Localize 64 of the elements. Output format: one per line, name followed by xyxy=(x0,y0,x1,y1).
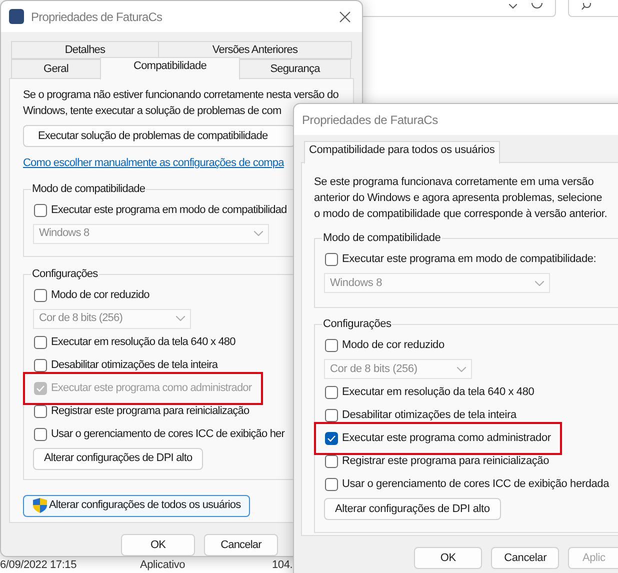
button[interactable]: OK xyxy=(414,547,482,569)
checkbox[interactable] xyxy=(34,336,47,348)
file-cell-text: 6/09/2022 17:15 xyxy=(0,559,78,572)
checkbox-label: Executar em resolução da tela 640 x 480 xyxy=(51,334,236,350)
group-label: Modo de compatibilidade xyxy=(31,182,146,196)
checkbox[interactable] xyxy=(34,404,47,418)
button[interactable]: Executar solução de problemas de compatibilidade xyxy=(23,125,295,147)
checkbox[interactable] xyxy=(34,358,47,372)
file-cell-text: 104. xyxy=(272,559,294,572)
checkbox[interactable] xyxy=(325,432,338,445)
checkbox-label: Executar este programa em modo de compatibilidad xyxy=(51,202,287,218)
file-cell-text: Aplicativo xyxy=(140,559,186,572)
button[interactable]: Cancelar xyxy=(491,547,560,569)
checkmark-icon xyxy=(327,435,336,442)
checkbox-label: Desabilitar otimizações de tela inteira xyxy=(342,408,516,424)
checkbox-label: Executar em resolução da tela 640 x 480 xyxy=(342,385,534,400)
tab[interactable]: Compatibilidade para todos os usuários xyxy=(304,141,500,164)
checkmark-icon xyxy=(36,384,45,392)
group-label: Configurações xyxy=(322,317,392,331)
group-label: Modo de compatibilidade xyxy=(322,231,442,245)
shield-icon xyxy=(33,498,47,513)
checkbox[interactable] xyxy=(34,428,47,440)
chevron-down-icon xyxy=(457,366,466,372)
checkbox-label: Registrar este programa para reinicialização xyxy=(342,454,550,470)
checkbox-label: Usar o gerenciamento de cores ICC de exibição her xyxy=(51,426,285,442)
tab[interactable]: Versões Anteriores xyxy=(158,41,352,59)
tab[interactable]: Segurança xyxy=(239,59,351,79)
checkbox[interactable] xyxy=(34,204,47,216)
chevron-down-icon[interactable] xyxy=(509,4,517,9)
search-icon xyxy=(581,2,591,10)
checkbox[interactable] xyxy=(325,409,338,422)
app-icon xyxy=(9,9,24,24)
chevron-down-icon xyxy=(176,316,185,321)
group-label: Configurações xyxy=(31,266,99,280)
tab[interactable]: Detalhes xyxy=(11,41,159,59)
checkbox-label: Executar este programa como administrador xyxy=(51,380,252,396)
checkbox-label: Executar este programa em modo de compatibilidade: xyxy=(342,252,596,268)
window-title: Propriedades de FaturaCs xyxy=(302,112,439,128)
checkbox[interactable] xyxy=(325,455,338,468)
checkbox-label: Desabilitar otimizações de tela inteira xyxy=(51,358,218,373)
refresh-icon[interactable] xyxy=(531,2,543,10)
button[interactable]: Alterar configurações de DPI alto xyxy=(324,498,501,520)
checkbox-label: Executar este programa como administrador xyxy=(342,431,551,446)
button[interactable]: Cancelar xyxy=(204,534,278,556)
checkbox[interactable] xyxy=(325,253,338,266)
button[interactable]: OK xyxy=(121,534,195,556)
chevron-down-icon xyxy=(535,280,544,286)
checkbox-label: Modo de cor reduzido xyxy=(342,338,444,354)
button[interactable]: Alterar configurações de DPI alto xyxy=(33,448,204,470)
chevron-down-icon xyxy=(254,231,263,236)
checkbox-label: Registrar este programa para reinicialização xyxy=(51,404,250,419)
checkbox-label: Usar o gerenciamento de cores ICC de exibição herdada xyxy=(342,477,609,492)
description-text: Se este programa funcionava corretamente em uma versão anterior do Windows e agora apresenta problemas, selecione o modo de compatibilidade que corresponde à versão anterior. xyxy=(314,175,608,222)
checkbox-label: Modo de cor reduzido xyxy=(51,288,150,303)
help-link[interactable]: Como escolher manualmente as configurações de compa xyxy=(23,155,284,172)
checkbox[interactable] xyxy=(325,339,338,352)
checkbox[interactable] xyxy=(325,478,338,491)
checkbox[interactable] xyxy=(325,386,338,399)
tab[interactable]: Geral xyxy=(11,59,101,79)
window-title: Propriedades de FaturaCs xyxy=(31,8,164,26)
close-icon[interactable] xyxy=(339,10,351,22)
button[interactable]: Alterar configurações de todos os usuários xyxy=(23,494,250,516)
checkbox[interactable] xyxy=(34,288,47,302)
tab[interactable]: Compatibilidade xyxy=(100,57,240,80)
